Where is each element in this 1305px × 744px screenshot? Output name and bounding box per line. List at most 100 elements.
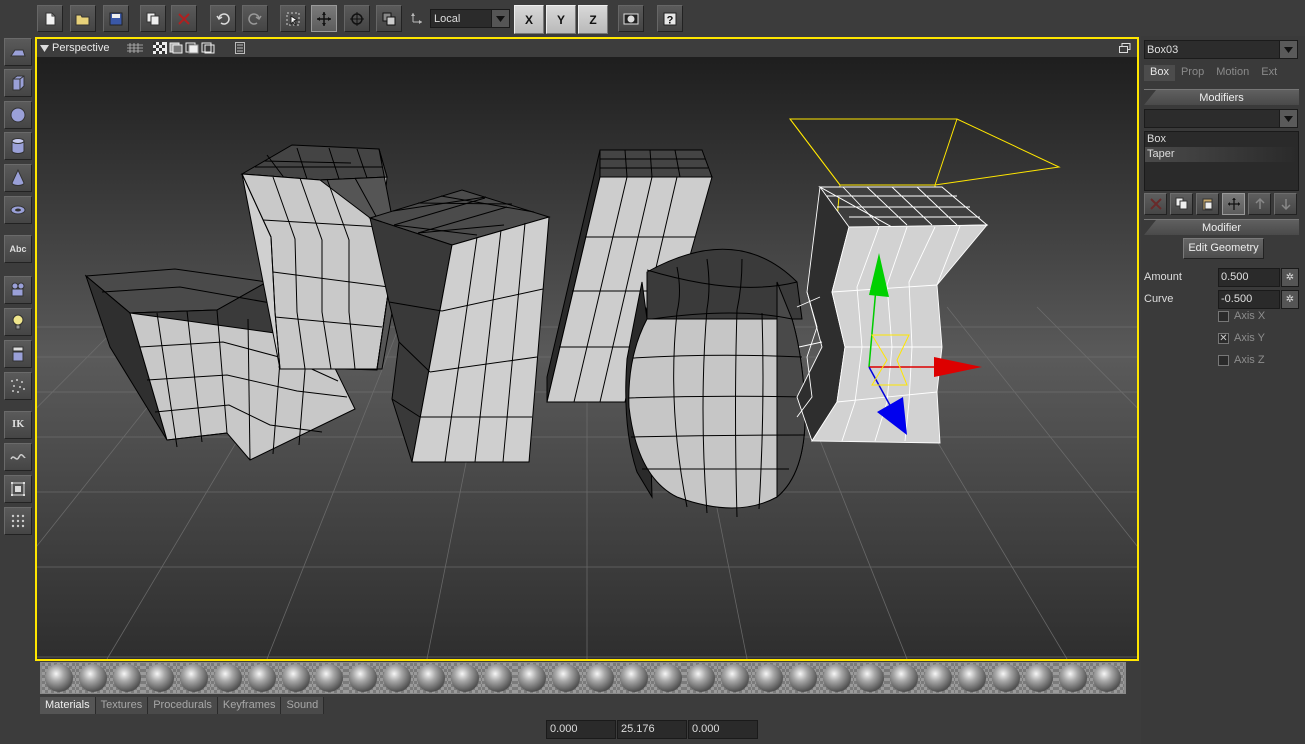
render-button[interactable] (618, 5, 644, 32)
material-swatch[interactable] (954, 663, 989, 693)
maximize-viewport-icon[interactable] (1119, 43, 1131, 53)
rotate-tool-button[interactable] (344, 5, 370, 32)
coordinate-system-select[interactable]: Local (430, 9, 510, 28)
create-sphere-button[interactable] (4, 101, 32, 129)
shading-flat-icon[interactable] (185, 42, 199, 54)
material-swatch[interactable] (481, 663, 516, 693)
add-modifier-select[interactable] (1144, 109, 1298, 128)
tab-procedurals[interactable]: Procedurals (148, 697, 218, 714)
material-swatch[interactable] (921, 663, 955, 693)
tab-materials[interactable]: Materials (40, 697, 96, 714)
modifier-stack-item[interactable]: Taper (1145, 147, 1298, 162)
create-box-button[interactable] (4, 69, 32, 97)
viewport-scene[interactable] (37, 57, 1137, 659)
material-swatch[interactable] (1022, 663, 1057, 693)
copy-button[interactable] (140, 5, 166, 32)
create-spline-button[interactable] (4, 443, 32, 471)
shading-solid-icon[interactable] (169, 42, 183, 54)
delete-button[interactable] (171, 5, 197, 32)
create-torus-button[interactable] (4, 196, 32, 224)
modifier-gizmo-button[interactable] (1222, 193, 1245, 215)
axis-z-checkbox[interactable] (1218, 355, 1229, 366)
material-swatch[interactable] (583, 663, 617, 693)
tab-ext[interactable]: Ext (1255, 65, 1283, 81)
tab-keyframes[interactable]: Keyframes (217, 697, 282, 714)
material-swatch[interactable] (718, 663, 753, 693)
material-swatch[interactable] (75, 663, 110, 693)
shading-checker-icon[interactable] (153, 42, 168, 54)
material-swatch[interactable] (684, 663, 719, 693)
coord-y-field[interactable]: 25.176 (617, 720, 687, 739)
bulged-cylinder-object[interactable] (625, 248, 806, 518)
tab-motion[interactable]: Motion (1210, 65, 1255, 81)
create-light-button[interactable] (4, 308, 32, 336)
viewport-menu-arrow-icon[interactable] (40, 44, 49, 52)
material-swatch[interactable] (650, 663, 685, 693)
paste-modifier-button[interactable] (1196, 193, 1219, 215)
material-swatch[interactable] (785, 663, 820, 693)
perspective-viewport[interactable]: Perspective (35, 37, 1139, 661)
tab-prop[interactable]: Prop (1175, 65, 1210, 81)
material-swatch[interactable] (109, 663, 144, 693)
material-swatch[interactable] (413, 663, 448, 693)
material-swatch[interactable] (278, 663, 313, 693)
material-swatch[interactable] (819, 663, 854, 693)
move-modifier-up-button[interactable] (1248, 193, 1271, 215)
create-lattice-button[interactable] (4, 475, 32, 503)
move-tool-button[interactable] (311, 5, 337, 32)
redo-button[interactable] (242, 5, 268, 32)
material-swatch[interactable] (380, 663, 414, 693)
undo-button[interactable] (210, 5, 236, 32)
modifier-stack-item[interactable]: Box (1145, 132, 1298, 147)
move-modifier-down-button[interactable] (1274, 193, 1297, 215)
axis-x-checkbox[interactable] (1218, 311, 1229, 322)
create-camera-button[interactable] (4, 276, 32, 304)
axis-z-button[interactable]: Z (578, 5, 608, 34)
help-button[interactable]: ? (657, 5, 683, 32)
create-particles-button[interactable] (4, 372, 32, 400)
select-tool-button[interactable] (280, 5, 306, 32)
axis-x-button[interactable]: X (514, 5, 544, 34)
edit-geometry-button[interactable]: Edit Geometry (1183, 238, 1264, 259)
viewport-title[interactable]: Perspective (52, 42, 109, 54)
shading-wireframe-icon[interactable] (201, 42, 215, 54)
curve-spinner[interactable]: ✲ (1281, 290, 1299, 309)
axis-y-checkbox[interactable]: ✕ (1218, 333, 1229, 344)
material-swatch[interactable] (1090, 663, 1124, 693)
create-bones-button[interactable] (4, 340, 32, 368)
object-name-select[interactable]: Box03 (1144, 40, 1298, 59)
remove-modifier-button[interactable] (1144, 193, 1167, 215)
create-cylinder-button[interactable] (4, 132, 32, 160)
material-swatch[interactable] (515, 663, 550, 693)
material-swatch[interactable] (211, 663, 245, 693)
amount-field[interactable]: 0.500 (1218, 268, 1280, 287)
new-file-button[interactable] (37, 5, 63, 32)
material-swatch[interactable] (177, 663, 212, 693)
material-swatch[interactable] (244, 663, 279, 693)
coord-x-field[interactable]: 0.000 (546, 720, 616, 739)
material-swatch[interactable] (549, 663, 583, 693)
curve-field[interactable]: -0.500 (1218, 290, 1280, 309)
create-cone-button[interactable] (4, 164, 32, 192)
material-swatch[interactable] (447, 663, 482, 693)
open-file-button[interactable] (70, 5, 96, 32)
material-swatch[interactable] (616, 663, 651, 693)
tab-box[interactable]: Box (1144, 65, 1175, 81)
viewport-options-icon[interactable] (235, 42, 246, 54)
tab-textures[interactable]: Textures (95, 697, 149, 714)
material-swatch[interactable] (887, 663, 922, 693)
coord-z-field[interactable]: 0.000 (688, 720, 758, 739)
amount-spinner[interactable]: ✲ (1281, 268, 1299, 287)
material-swatch[interactable] (346, 663, 381, 693)
material-swatch[interactable] (312, 663, 347, 693)
create-plane-button[interactable] (4, 38, 32, 66)
material-swatch[interactable] (988, 663, 1023, 693)
create-text-button[interactable]: Abc (4, 235, 32, 263)
material-swatch[interactable] (752, 663, 786, 693)
tab-sound[interactable]: Sound (281, 697, 325, 714)
grid-toggle-icon[interactable] (127, 43, 144, 53)
material-swatch[interactable] (853, 663, 888, 693)
ik-button[interactable]: IK (4, 411, 32, 439)
material-swatch[interactable] (143, 663, 178, 693)
save-button[interactable] (103, 5, 129, 32)
